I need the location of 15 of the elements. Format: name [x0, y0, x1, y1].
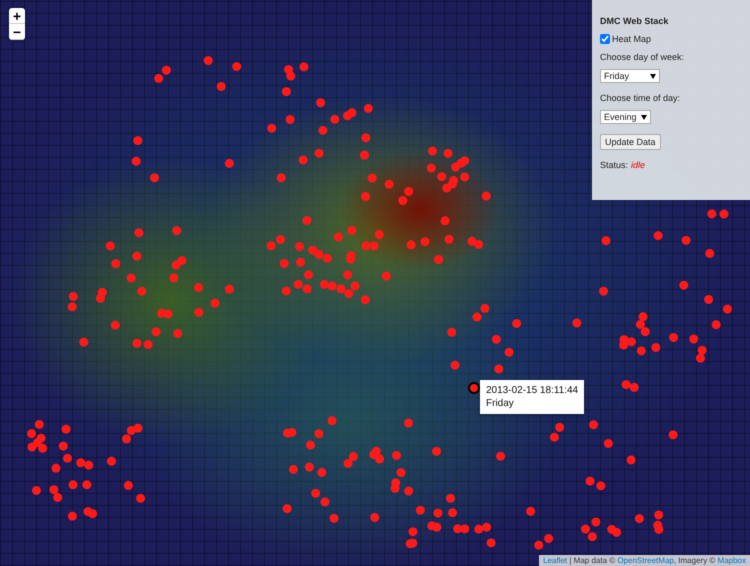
- zoom-out-button[interactable]: −: [9, 24, 25, 40]
- popup-text: 2013-02-15 18:11:44: [486, 384, 578, 397]
- time-select[interactable]: Evening: [600, 110, 651, 124]
- status-label: Status:: [600, 160, 628, 170]
- popup-text: Friday: [486, 397, 515, 410]
- map-view[interactable]: + − 2013-02-15 18:11:44 Friday DMC Web Stack Heat Map Choose day of week: Friday Choose time of day: Evening Update Data Status: idle Leaflet | Map data © OpenStreetMap, Imagery © Mapbox: [0, 0, 750, 566]
- time-label: Choose time of day:: [600, 93, 680, 103]
- checkbox-label: Heat Map: [612, 34, 652, 44]
- zoom-in-button[interactable]: +: [9, 8, 25, 24]
- status-value: idle: [631, 160, 646, 170]
- attribution: Leaflet | Map data © OpenStreetMap, Imagery © Mapbox: [539, 555, 750, 566]
- day-select[interactable]: Friday: [600, 69, 660, 83]
- day-label: Choose day of week:: [600, 52, 684, 62]
- update-button[interactable]: Update Data: [600, 134, 661, 150]
- panel-title: DMC Web Stack: [600, 16, 668, 26]
